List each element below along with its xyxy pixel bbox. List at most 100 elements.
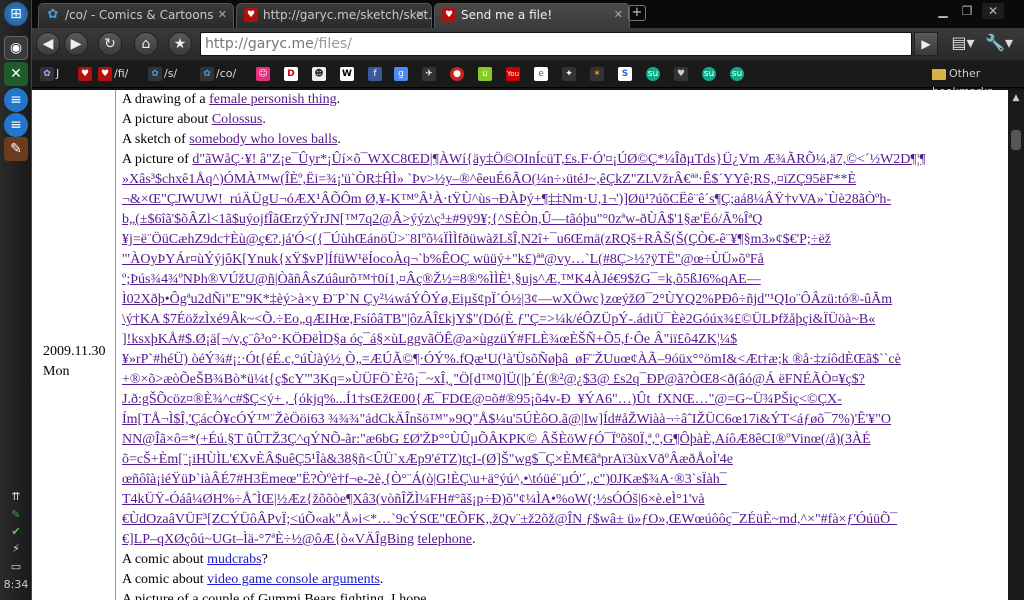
paint-taskbar-icon[interactable]: ✎	[4, 137, 28, 161]
list-item: A sketch of somebody who loves balls.	[122, 132, 341, 147]
system-clock[interactable]: 8:34	[2, 578, 30, 591]
minimize-icon[interactable]: ▁	[932, 3, 954, 19]
garbled-link[interactable]: œñôîà¡iéŸüÞ`iàÂÉ7#H3Ëmeœ"Ë?Òºè†f¬e-2è,{Ò…	[122, 472, 727, 487]
address-bar[interactable]: http://garyc.me/files/	[200, 32, 912, 56]
bookmark-item[interactable]: g	[394, 65, 410, 83]
reload-button[interactable]: ↻	[98, 32, 122, 56]
file-link[interactable]: mudcrabs	[207, 552, 261, 567]
scroll-up-icon[interactable]: ▲	[1008, 90, 1024, 106]
window-close-icon[interactable]: ✕	[982, 3, 1004, 19]
file-link[interactable]: somebody who loves balls	[189, 132, 337, 147]
tray-app-icon[interactable]: ✎	[6, 508, 26, 524]
e-icon: e	[534, 67, 548, 81]
tab-co[interactable]: ✿ /co/ - Comics & Cartoons ✕	[38, 3, 234, 28]
bookmark-item[interactable]: W	[340, 65, 356, 83]
garbled-link[interactable]: J.ð:gŠÕcöz¤®È¾^c#$Ç<ý+ , {ókjq%...Í1†sŒž…	[122, 392, 842, 407]
garbled-link[interactable]: +®×õ>æòÕeŠB¾Bò*ü¼t{ç$cY'"3Kq=»ÙÜFÖ`È²ô¡¯…	[122, 372, 865, 387]
forward-button[interactable]: ▶	[64, 32, 88, 56]
bookmark-item[interactable]: ☺	[256, 65, 272, 83]
volume-icon[interactable]: ▭	[6, 560, 26, 576]
tray-check-icon[interactable]: ✔	[6, 525, 26, 541]
bookmark-item[interactable]: ♥/fi/	[98, 65, 128, 83]
garbled-link-tail[interactable]: telephone	[418, 532, 472, 547]
garbled-link[interactable]: ]!ksxþKÅ#$.Ø¡ä[¬/v,ç¨ô³o°·KÖÐëÌD§a óç¯á§…	[122, 332, 737, 347]
excel-taskbar-icon[interactable]: ✕	[4, 62, 28, 86]
bookmark-item[interactable]: f	[368, 65, 384, 83]
bookmark-item[interactable]: ●	[450, 65, 466, 83]
garbled-link[interactable]: b„(±$6îã'$õÂZl<1ã$uýojfÎãŒrzýŸrJN[™7q2@Â…	[122, 212, 762, 227]
garbled-link[interactable]: T4kÜŸ-Óáâ¼ØH%÷ÅˆÌŒ|½Æz{žõõòe¶Xâ3(vòñÎŽÌ¼…	[122, 492, 705, 507]
bookmark-item[interactable]: u	[478, 65, 494, 83]
google-icon: g	[394, 67, 408, 81]
pink-icon: ☺	[256, 67, 270, 81]
new-tab-button[interactable]: +	[628, 5, 646, 21]
tab-title: http://garyc.me/sketch/sket...	[263, 8, 432, 22]
bird2-icon: ✦	[562, 67, 576, 81]
garbled-link[interactable]: ¬&×Œ"ÇJWUW!_rúÄÜgU¬óÆX¹ÂÕÔm Ø,¥-K™ºÂ¹À·t…	[122, 192, 891, 207]
file-link[interactable]: video game console arguments	[207, 572, 380, 587]
tab-sketch[interactable]: ♥ http://garyc.me/sketch/sket... ✕	[236, 3, 432, 28]
garbled-link[interactable]: d"ãWåÇ·¥! â"Z¡e¯Ûyr*¡Ûí×õ¯WXC8ŒD|¶ÀWí{äy…	[192, 152, 926, 167]
garbled-link[interactable]: €ÙdOzaâVÜF³[ZCÝÜôÂPvÏ;<úÕ«ak"Å»i<*…`9cÝS…	[122, 512, 897, 527]
bookmark-item[interactable]: D	[284, 65, 300, 83]
close-icon[interactable]: ✕	[614, 4, 623, 26]
green-icon: u	[478, 67, 492, 81]
vertical-scrollbar[interactable]: ▲	[1008, 90, 1024, 600]
tab-send-file[interactable]: ♥ Send me a file! ✕	[434, 3, 630, 28]
garbled-link[interactable]: €]LP–qXØçôú~UGt–Ìä-°7ªÈ÷½@ôÆ{ò«VÄÎgBing	[122, 532, 414, 547]
app-taskbar-icon[interactable]: ≡	[4, 88, 28, 112]
page-menu-icon[interactable]: ▤▾	[948, 32, 978, 56]
bookmark-item[interactable]: S	[618, 65, 634, 83]
close-icon[interactable]: ✕	[218, 4, 227, 26]
bookmark-item[interactable]: su	[730, 65, 746, 83]
go-button[interactable]: ▶	[914, 32, 938, 56]
garbled-link[interactable]: ¥j=ë¨ÖüCæhZ9dc†Èù@ç€?.já'Ó<({¯ÚùhŒánöÜ>¨…	[122, 232, 831, 247]
bookmark-item[interactable]: ✿/s/	[148, 65, 177, 83]
garbled-link[interactable]: »Xâs³$chxê1Åq^)ÓMÀ™w(ÎÈº,Ëi=¾¡'ü`ÒR‡ĤÌ» …	[122, 172, 856, 187]
bookmark-item[interactable]: e	[534, 65, 550, 83]
bookmark-star-icon[interactable]: ★	[168, 32, 192, 56]
restore-icon[interactable]: ❐	[956, 3, 978, 19]
garbled-link[interactable]: Ím[TÅ¬Ì$Î,'ÇácÔ¥cÓÝ™¨ŽèÖöi63 ¾¾¾"ádCkÄÎn…	[122, 412, 891, 427]
bookmark-item[interactable]: su	[702, 65, 718, 83]
4chan-icon: ✿	[40, 67, 54, 81]
scroll-thumb[interactable]	[1011, 130, 1021, 150]
4chan-icon: ✿	[148, 67, 162, 81]
app-taskbar-icon[interactable]: ≡	[4, 113, 28, 137]
bookmark-item[interactable]: su	[646, 65, 662, 83]
file-link[interactable]: female personish thing	[209, 92, 337, 107]
chrome-taskbar-icon[interactable]: ◉	[4, 36, 28, 60]
garbled-link[interactable]: º;Þús¾4¾ºNÞh®VÚžU@ñ|ÒãñÂsZúâurõ™†0í1,¤Âç…	[122, 272, 761, 287]
list-item: A drawing of a female personish thing.	[122, 92, 341, 107]
bookmark-item[interactable]: ♥	[78, 65, 94, 83]
garyc-icon: ♥	[98, 67, 112, 81]
stumble-icon: su	[702, 67, 716, 81]
bookmark-item[interactable]: ✦	[562, 65, 578, 83]
start-orb-icon[interactable]: ⊞	[4, 2, 28, 26]
file-link[interactable]: Colossus	[212, 112, 263, 127]
bookmark-item[interactable]: ✿ J	[40, 65, 59, 83]
d-icon: D	[284, 67, 298, 81]
tray-expand-icon[interactable]: ⇈	[6, 490, 26, 506]
home-button[interactable]: ⌂	[134, 32, 158, 56]
back-button[interactable]: ◀	[36, 32, 60, 56]
garbled-link[interactable]: NN@Îã×ô=*(+Éú.§T ûÛTŽ3Ç^qÝNÕ-ãr:"æ6bG £Ø…	[122, 432, 871, 447]
tab-title: Send me a file!	[461, 8, 553, 22]
url-path: /files/	[313, 36, 352, 52]
list-item: A picture about Colossus.	[122, 112, 266, 127]
bookmark-item[interactable]: ✿/co/	[200, 65, 236, 83]
network-icon[interactable]: ⚡	[6, 542, 26, 558]
bookmark-item[interactable]: ✈	[422, 65, 438, 83]
garbled-link[interactable]: \ý†KA $7ÉöžzÌxé9Âk~<Õ.÷Eo„qÆIHœ,FsíôâTB"…	[122, 312, 875, 327]
garbled-link[interactable]: õ=cŠ+Èm[¨¡iHÙÌL'€XvÈÂ$uêÇ5¹Îà&38§ñ<ÛÜ`xÆ…	[122, 452, 733, 467]
wrench-menu-icon[interactable]: 🔧▾	[984, 32, 1014, 56]
bookmark-item[interactable]: ♥	[674, 65, 690, 83]
garbled-link[interactable]: Ì02Xðþ•Ôgªu2dÑi"E"9K*‡èý>à×y Ð¨P`N Çy²¼w…	[122, 292, 892, 307]
tomato-icon: ●	[450, 67, 464, 81]
bookmark-item[interactable]: You	[506, 65, 522, 83]
close-icon[interactable]: ✕	[416, 4, 425, 26]
bookmark-item[interactable]: ✶	[590, 65, 606, 83]
garbled-link[interactable]: '"ÀOyÞYÁr¤ùÝýjôK[Ynuk{xŸ$vP]ÍfüW¹ëÍocoÀq…	[122, 252, 764, 267]
bookmark-item[interactable]: ☻	[312, 65, 328, 83]
garbled-link[interactable]: ¥»rP`#héÜ) òéÝ¾#¡:·Ót{éÉ.c,°úÙàý½¸Ò„=ÆÚÃ…	[122, 352, 901, 367]
